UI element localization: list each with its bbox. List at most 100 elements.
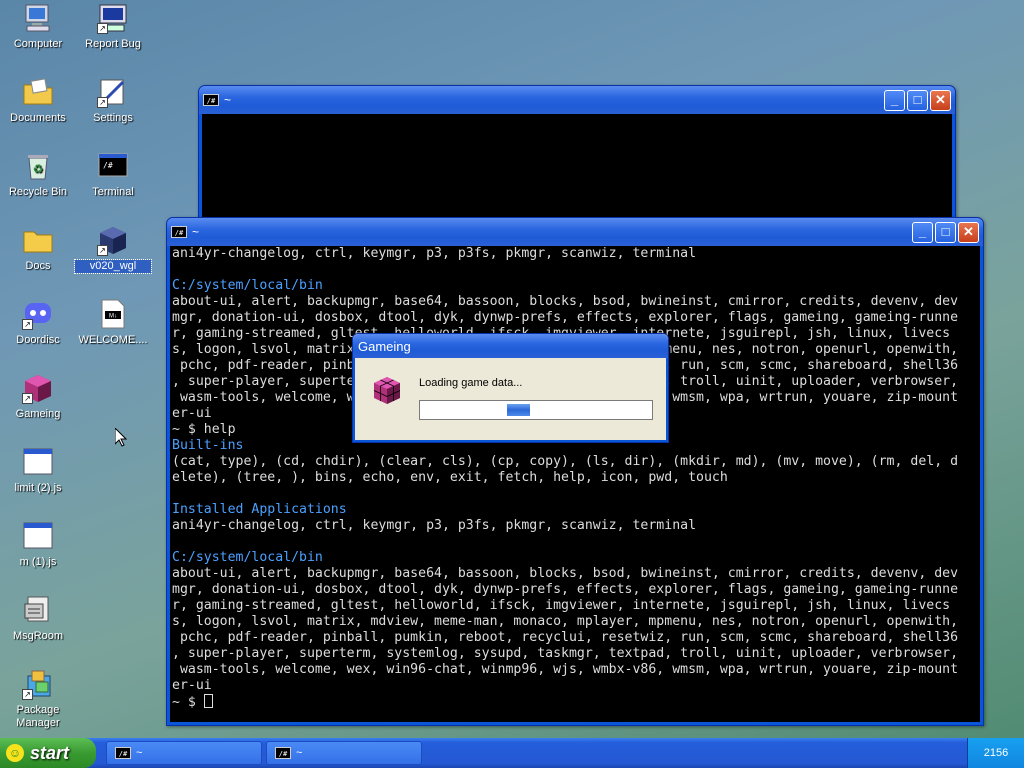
terminal-icon: /#: [97, 150, 129, 182]
documents-icon: [22, 76, 54, 108]
terminal-output[interactable]: ani4yr-changelog, ctrl, keymgr, p3, p3fs…: [170, 246, 980, 722]
terminal-app-icon: /#: [171, 226, 187, 238]
desktop-icon-doordisc[interactable]: ↗ Doordisc: [0, 298, 76, 347]
terminal-line: C:/system/local/bin: [172, 550, 323, 565]
desktop-icon-label: v020_wgl: [74, 259, 152, 274]
desktop-icon-label: Documents: [10, 112, 66, 124]
taskbar: ☺ start /# ~ /# ~ 2156: [0, 738, 1024, 768]
terminal-window-back[interactable]: /# ~ _ □ ✕: [198, 85, 956, 225]
desktop-icon-gameing[interactable]: ↗ Gameing: [0, 372, 76, 421]
terminal-line: mgr, donation-ui, dosbox, dtool, dyk, dy…: [172, 582, 959, 597]
markdown-file-icon: M↓: [97, 298, 129, 330]
text-cursor: [203, 694, 213, 708]
desktop-icon-label: Terminal: [92, 186, 134, 198]
desktop-icon-report-bug[interactable]: ↗ Report Bug: [75, 2, 151, 51]
shortcut-arrow-icon: ↗: [22, 319, 33, 330]
terminal-app-icon: /#: [275, 747, 291, 759]
desktop-icon-cube[interactable]: ↗ v020_wgl: [74, 224, 152, 274]
terminal-line: Installed Applications: [172, 502, 347, 517]
taskbar-item-terminal-2[interactable]: /# ~: [266, 741, 422, 765]
desktop-icon-label: Gameing: [15, 408, 61, 420]
mouse-cursor-icon: [115, 428, 127, 447]
desktop-icon-msgroom[interactable]: MsgRoom: [0, 594, 76, 643]
desktop-icon-js-file[interactable]: m (1).js: [0, 520, 76, 569]
gameing-icon: ↗: [22, 372, 54, 404]
terminal-app-icon: /#: [115, 747, 131, 759]
dialog-title: Gameing: [358, 338, 411, 354]
title-bar[interactable]: /# ~ _ □ ✕: [199, 86, 955, 114]
desktop-icon-package-manager[interactable]: ↗ Package Manager: [0, 668, 76, 730]
window-title: ~: [224, 93, 232, 107]
terminal-line: er-ui: [172, 678, 212, 693]
prompt-text: ~ $: [172, 695, 204, 710]
desktop-icon-label: limit (2).js: [14, 482, 62, 494]
terminal-line: , super-player, superterm, systemlog, sy…: [172, 646, 959, 661]
desktop-icon-settings[interactable]: ↗ Settings: [75, 76, 151, 125]
js-file-icon: [22, 446, 54, 478]
desktop-icon-label: m (1).js: [19, 556, 57, 568]
loading-dialog[interactable]: Gameing Loading game data...: [352, 333, 669, 443]
desktop-icon-label: Recycle Bin: [8, 186, 68, 198]
start-button[interactable]: ☺ start: [0, 738, 96, 768]
desktop-icon-folder[interactable]: Docs: [0, 224, 76, 273]
desktop-icon-documents[interactable]: Documents: [0, 76, 76, 125]
computer-icon: [22, 2, 54, 34]
js-file-icon: [22, 520, 54, 552]
dialog-title-bar[interactable]: Gameing: [353, 334, 668, 358]
maximize-button[interactable]: □: [935, 221, 956, 243]
desktop-icon-label: Computer: [13, 38, 63, 50]
taskbar-item-terminal-1[interactable]: /# ~: [106, 741, 262, 765]
terminal-app-icon: /#: [203, 94, 219, 106]
recycle-bin-icon: ♻: [22, 150, 54, 182]
terminal-line: r, gaming-streamed, gltest, helloworld, …: [172, 598, 951, 613]
taskbar-item-label: ~: [296, 747, 303, 759]
shortcut-arrow-icon: ↗: [97, 245, 108, 256]
terminal-line: about-ui, alert, backupmgr, base64, bass…: [172, 294, 959, 309]
desktop-icon-computer[interactable]: Computer: [0, 2, 76, 51]
close-button[interactable]: ✕: [930, 89, 951, 111]
maximize-button[interactable]: □: [907, 89, 928, 111]
terminal-line: pchc, pdf-reader, pinball, pumkin, reboo…: [172, 630, 959, 645]
desktop-icon-label: MsgRoom: [12, 630, 64, 642]
minimize-button[interactable]: _: [884, 89, 905, 111]
desktop-icon-label: WELCOME....: [78, 334, 148, 346]
desktop-icon-js-file[interactable]: limit (2).js: [0, 446, 76, 495]
close-button[interactable]: ✕: [958, 221, 979, 243]
report-bug-icon: ↗: [97, 2, 129, 34]
terminal-line: about-ui, alert, backupmgr, base64, bass…: [172, 566, 959, 581]
terminal-output[interactable]: [202, 114, 952, 224]
minimize-button[interactable]: _: [912, 221, 933, 243]
cube-icon: ↗: [97, 224, 129, 256]
taskbar-item-label: ~: [136, 747, 143, 759]
desktop-icon-terminal[interactable]: /# Terminal: [75, 150, 151, 199]
title-bar[interactable]: /# ~ _ □ ✕: [167, 218, 983, 246]
system-tray-clock[interactable]: 2156: [967, 738, 1024, 768]
dialog-message: Loading game data...: [419, 377, 523, 389]
start-logo-icon: ☺: [6, 744, 24, 762]
window-title: ~: [192, 225, 200, 239]
terminal-line: wasm-tools, welcome, wex, win96-chat, wi…: [172, 662, 959, 677]
shortcut-arrow-icon: ↗: [22, 393, 33, 404]
gameing-icon: [373, 377, 401, 404]
terminal-window[interactable]: /# ~ _ □ ✕ ani4yr-changelog, ctrl, keymg…: [166, 217, 984, 726]
desktop-icon-label: Doordisc: [16, 334, 60, 346]
terminal-line: C:/system/local/bin: [172, 278, 323, 293]
desktop-icon-label: Report Bug: [85, 38, 141, 50]
settings-icon: ↗: [97, 76, 129, 108]
desktop-icon-markdown-file[interactable]: M↓ WELCOME....: [75, 298, 151, 347]
desktop-icon-recycle-bin[interactable]: ♻ Recycle Bin: [0, 150, 76, 199]
terminal-line: (cat, type), (cd, chdir), (clear, cls), …: [172, 454, 959, 469]
desktop-icon-label: Package Manager: [16, 704, 60, 729]
shortcut-arrow-icon: ↗: [22, 689, 33, 700]
desktop-icon-label: Docs: [25, 260, 51, 272]
terminal-prompt[interactable]: ~ $: [172, 694, 978, 711]
terminal-line: ani4yr-changelog, ctrl, keymgr, p3, p3fs…: [172, 246, 697, 261]
progress-fill: [507, 404, 531, 416]
terminal-line: ani4yr-changelog, ctrl, keymgr, p3, p3fs…: [172, 518, 697, 533]
start-label: start: [30, 742, 70, 763]
doordisc-icon: ↗: [22, 298, 54, 330]
folder-icon: [22, 224, 54, 256]
